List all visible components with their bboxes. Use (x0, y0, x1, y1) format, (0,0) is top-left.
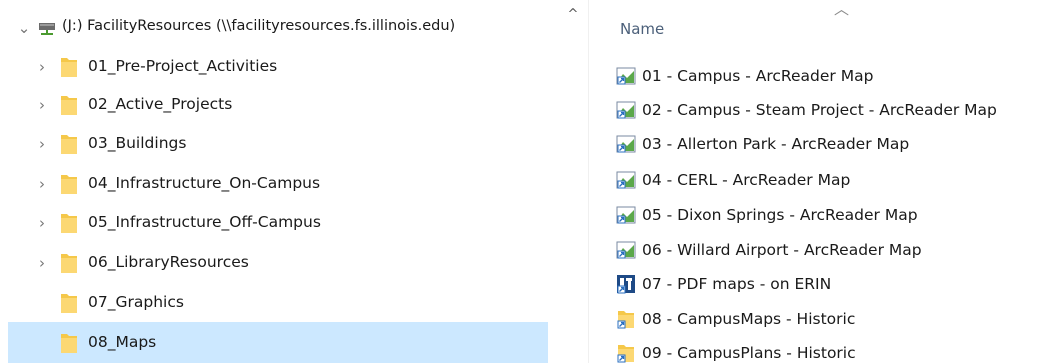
chevron-right-icon[interactable]: › (34, 136, 50, 152)
folder-icon (60, 212, 78, 234)
folder-icon (60, 332, 78, 354)
scroll-up-arrow-icon[interactable]: ^ (566, 8, 580, 22)
folder-shortcut-icon (616, 309, 636, 329)
file-label: 08 - CampusMaps - Historic (642, 310, 856, 328)
shortcut-map-icon (616, 170, 636, 190)
file-label: 02 - Campus - Steam Project - ArcReader … (642, 101, 997, 119)
folder-shortcut-icon (616, 343, 636, 363)
file-item[interactable]: 05 - Dixon Springs - ArcReader Map (616, 201, 918, 229)
folder-icon (60, 56, 78, 78)
folder-label: 08_Maps (88, 333, 157, 351)
folder-icon (60, 133, 78, 155)
sort-ascending-icon: ︿ (834, 0, 850, 18)
column-header-name[interactable]: Name (620, 20, 664, 38)
folder-label: 04_Infrastructure_On-Campus (88, 174, 321, 192)
chevron-down-icon[interactable]: ⌄ (16, 20, 32, 36)
shortcut-map-icon (616, 134, 636, 154)
erin-app-icon (616, 274, 636, 294)
nav-item-03-buildings[interactable]: › 03_Buildings (8, 125, 548, 163)
file-item[interactable]: 07 - PDF maps - on ERIN (616, 270, 831, 298)
nav-item-02-active-projects[interactable]: › 02_Active_Projects (8, 86, 548, 124)
chevron-right-icon[interactable]: › (34, 97, 50, 113)
nav-item-drive-j[interactable]: ⌄ (J:) FacilityResources (\\facilityreso… (8, 10, 548, 46)
network-drive-icon (38, 20, 56, 36)
folder-icon (60, 173, 78, 195)
chevron-right-icon[interactable]: › (34, 176, 50, 192)
nav-item-07-graphics[interactable]: 07_Graphics (8, 284, 548, 322)
shortcut-map-icon (616, 240, 636, 260)
folder-icon (60, 94, 78, 116)
folder-label: 03_Buildings (88, 134, 187, 152)
folder-icon (60, 292, 78, 314)
shortcut-map-icon (616, 100, 636, 120)
nav-item-06-libraryresources[interactable]: › 06_LibraryResources (8, 244, 548, 282)
folder-label: 01_Pre-Project_Activities (88, 57, 278, 75)
file-item[interactable]: 03 - Allerton Park - ArcReader Map (616, 130, 909, 158)
file-label: 09 - CampusPlans - Historic (642, 344, 856, 362)
file-label: 06 - Willard Airport - ArcReader Map (642, 241, 922, 259)
pane-divider[interactable] (588, 0, 589, 363)
file-label: 03 - Allerton Park - ArcReader Map (642, 135, 910, 153)
nav-item-08-maps[interactable]: 08_Maps (8, 322, 548, 363)
file-item[interactable]: 06 - Willard Airport - ArcReader Map (616, 236, 922, 264)
nav-item-04-infrastructure-on-campus[interactable]: › 04_Infrastructure_On-Campus (8, 165, 548, 203)
file-item[interactable]: 02 - Campus - Steam Project - ArcReader … (616, 96, 997, 124)
folder-label: 07_Graphics (88, 293, 184, 311)
folder-label: 06_LibraryResources (88, 253, 249, 271)
file-label: 04 - CERL - ArcReader Map (642, 171, 851, 189)
nav-item-01-pre-project-activities[interactable]: › 01_Pre-Project_Activities (8, 48, 548, 86)
shortcut-map-icon (616, 205, 636, 225)
folder-label: 05_Infrastructure_Off-Campus (88, 213, 321, 231)
file-label: 05 - Dixon Springs - ArcReader Map (642, 206, 918, 224)
nav-item-05-infrastructure-off-campus[interactable]: › 05_Infrastructure_Off-Campus (8, 204, 548, 242)
file-label: 07 - PDF maps - on ERIN (642, 275, 832, 293)
navigation-pane: ⌄ (J:) FacilityResources (\\facilityreso… (0, 0, 580, 363)
file-item[interactable]: 04 - CERL - ArcReader Map (616, 166, 850, 194)
folder-label: 02_Active_Projects (88, 95, 233, 113)
chevron-right-icon[interactable]: › (34, 255, 50, 271)
file-item[interactable]: 09 - CampusPlans - Historic (616, 339, 856, 363)
folder-icon (60, 252, 78, 274)
file-item[interactable]: 08 - CampusMaps - Historic (616, 305, 855, 333)
drive-label: (J:) FacilityResources (\\facilityresour… (62, 18, 456, 34)
content-pane: ︿ Name 01 - Campus - ArcReader Map 02 - … (590, 0, 1058, 363)
file-label: 01 - Campus - ArcReader Map (642, 67, 874, 85)
file-item[interactable]: 01 - Campus - ArcReader Map (616, 62, 873, 90)
chevron-right-icon[interactable]: › (34, 215, 50, 231)
chevron-right-icon[interactable]: › (34, 59, 50, 75)
shortcut-map-icon (616, 66, 636, 86)
